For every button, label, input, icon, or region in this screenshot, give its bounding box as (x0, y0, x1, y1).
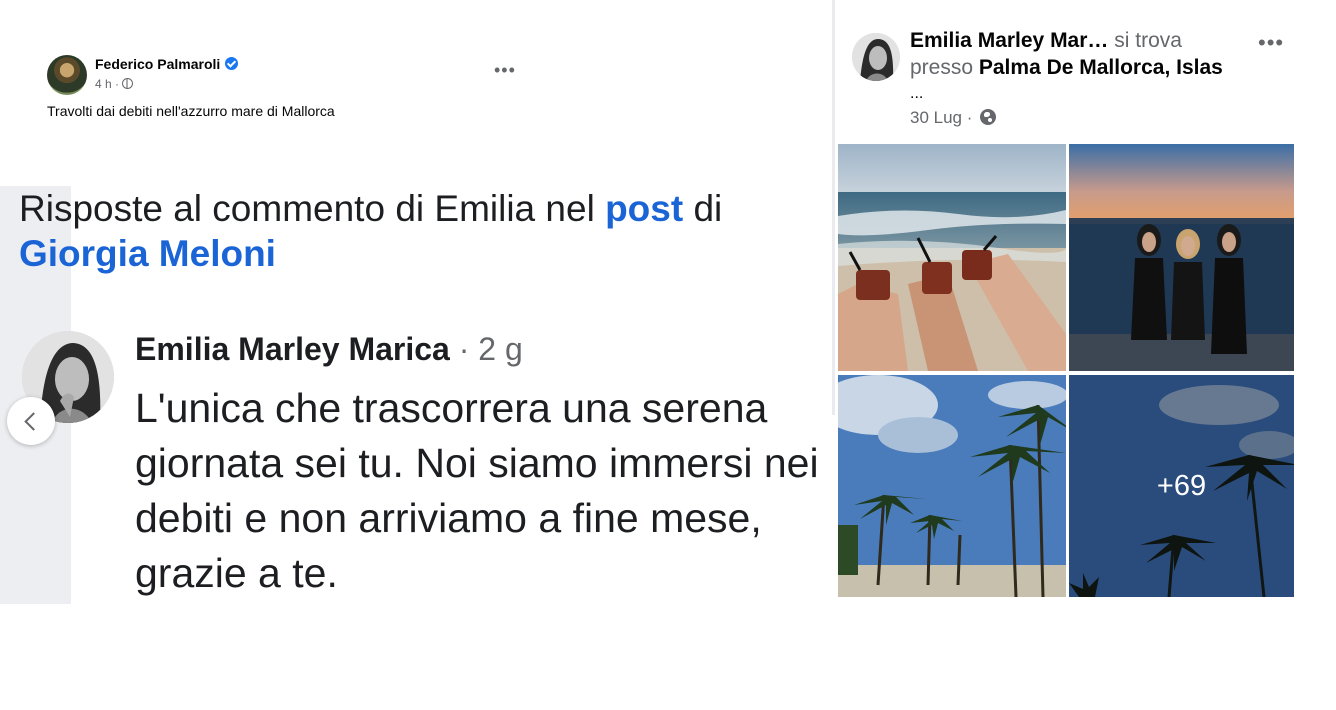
card-author-name[interactable]: Emilia Marley Mar (910, 29, 1087, 52)
post-more-options-button[interactable]: ••• (494, 60, 516, 81)
heading-mid: di (683, 188, 723, 229)
checkin-post-card: Emilia Marley Mar… si trova presso Palma… (838, 0, 1294, 598)
replies-heading: Risposte al commento di Emilia nel post … (19, 186, 809, 276)
panel-divider (832, 0, 835, 415)
author-name-row: Federico Palmaroli (95, 56, 239, 72)
facebook-post: Federico Palmaroli 4 h · ••• Travolti da… (0, 0, 832, 604)
card-date[interactable]: 30 Lug · (910, 108, 972, 127)
photo-more[interactable]: +69 (1069, 375, 1294, 597)
photo-friends-sunset[interactable] (1069, 144, 1294, 371)
more-photos-count: +69 (1156, 469, 1207, 502)
card-author-avatar[interactable] (852, 33, 900, 81)
card-place-link[interactable]: Palma De Mallorca, Islas (979, 56, 1223, 79)
previous-button[interactable] (7, 397, 55, 445)
card-header-overflow[interactable]: ... (910, 85, 923, 103)
card-header-text: Emilia Marley Mar… si trova presso Palma… (910, 27, 1250, 81)
chevron-left-icon (24, 411, 43, 431)
globe-icon (980, 109, 997, 125)
post-caption: Travolti dai debiti nell'azzurro mare di… (47, 103, 335, 119)
card-author-ellipsis: … (1087, 29, 1109, 52)
comment-author: Emilia Marley Marica (135, 331, 450, 367)
heading-name-link: Giorgia Meloni (19, 233, 276, 274)
photo-palm-promenade[interactable] (838, 375, 1066, 597)
embedded-comment-screenshot[interactable]: Risposte al commento di Emilia nel post … (0, 186, 832, 604)
author-avatar[interactable] (47, 55, 87, 95)
post-meta: 4 h · (95, 77, 134, 91)
comment-text: L'unica che trascorrera una serena giorn… (135, 385, 819, 596)
verified-badge-icon (225, 57, 239, 70)
comment-time: · 2 g (449, 331, 523, 367)
card-date-row: 30 Lug · (910, 108, 997, 128)
post-time[interactable]: 4 h · (95, 77, 119, 91)
author-name[interactable]: Federico Palmaroli (95, 56, 220, 72)
comment-author-row: Emilia Marley Marica · 2 g (135, 331, 523, 368)
heading-post-link: post (605, 188, 684, 229)
heading-prefix: Risposte al commento di Emilia nel (19, 188, 606, 229)
globe-icon (122, 78, 134, 89)
photo-beach-drinks[interactable] (838, 144, 1066, 371)
card-more-options-button[interactable]: ••• (1258, 30, 1284, 56)
